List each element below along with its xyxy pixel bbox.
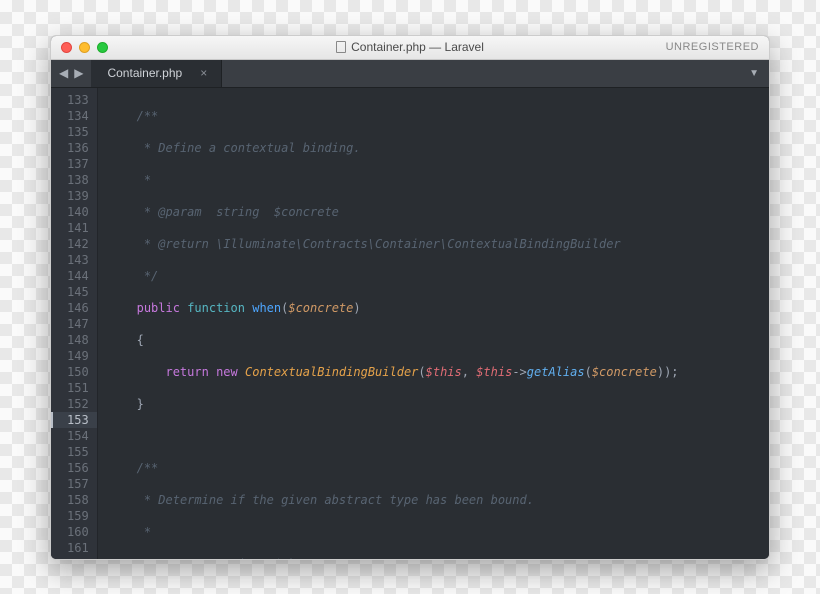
line-number: 158 xyxy=(65,492,89,508)
line-number: 140 xyxy=(65,204,89,220)
line-number: 159 xyxy=(65,508,89,524)
code-token: )); xyxy=(657,365,679,379)
code-token: string $abstract xyxy=(202,557,339,559)
code-token: ( xyxy=(418,365,425,379)
tab-active[interactable]: Container.php × xyxy=(91,60,222,87)
code-token: ContextualBindingBuilder xyxy=(245,365,418,379)
line-number: 155 xyxy=(65,444,89,460)
nav-arrows: ◀ ▶ xyxy=(51,60,91,87)
code-token: string $concrete xyxy=(202,205,339,219)
window-controls xyxy=(61,42,108,53)
code-token: * @param xyxy=(137,557,202,559)
code-token: public xyxy=(137,301,180,315)
titlebar: Container.php — Laravel UNREGISTERED xyxy=(51,36,769,60)
line-number: 160 xyxy=(65,524,89,540)
window-title: Container.php — Laravel xyxy=(51,40,769,54)
line-gutter: 133 134 135 136 137 138 139 140 141 142 … xyxy=(51,88,98,559)
line-number: 148 xyxy=(65,332,89,348)
tab-bar: ◀ ▶ Container.php × ▼ xyxy=(51,60,769,88)
editor-window: Container.php — Laravel UNREGISTERED ◀ ▶… xyxy=(50,35,770,560)
close-window-button[interactable] xyxy=(61,42,72,53)
line-number: 150 xyxy=(65,364,89,380)
line-number: 157 xyxy=(65,476,89,492)
code-token: */ xyxy=(137,269,159,283)
code-token: { xyxy=(137,333,144,347)
code-token: ( xyxy=(585,365,592,379)
line-number: 152 xyxy=(65,396,89,412)
line-number: 138 xyxy=(65,172,89,188)
code-token: /** xyxy=(137,461,159,475)
line-number: 146 xyxy=(65,300,89,316)
code-token: * xyxy=(137,525,151,539)
line-number: 141 xyxy=(65,220,89,236)
code-token: function xyxy=(187,301,245,315)
document-icon xyxy=(336,41,346,53)
line-number: 139 xyxy=(65,188,89,204)
code-token: /** xyxy=(137,109,159,123)
line-number: 137 xyxy=(65,156,89,172)
line-number: 134 xyxy=(65,108,89,124)
line-number-active: 153 xyxy=(51,412,97,428)
line-number: 161 xyxy=(65,540,89,556)
editor-area: 133 134 135 136 137 138 139 140 141 142 … xyxy=(51,88,769,559)
line-number: 151 xyxy=(65,380,89,396)
line-number: 145 xyxy=(65,284,89,300)
line-number: 144 xyxy=(65,268,89,284)
code-token: * @param xyxy=(137,205,202,219)
line-number: 142 xyxy=(65,236,89,252)
line-number: 154 xyxy=(65,428,89,444)
code-token: $concrete xyxy=(592,365,657,379)
code-token: new xyxy=(216,365,238,379)
code-token: \Illuminate\Contracts\Container\Contextu… xyxy=(209,237,621,251)
code-token: getAlias xyxy=(527,365,585,379)
code-content[interactable]: /** * Define a contextual binding. * * @… xyxy=(98,88,769,559)
window-title-text: Container.php — Laravel xyxy=(351,40,484,54)
tab-label: Container.php xyxy=(107,66,182,80)
code-token: * xyxy=(137,173,151,187)
code-token: , xyxy=(462,365,476,379)
line-number: 133 xyxy=(65,92,89,108)
nav-back-icon[interactable]: ◀ xyxy=(59,66,68,80)
code-token: $this xyxy=(426,365,462,379)
nav-forward-icon[interactable]: ▶ xyxy=(74,66,83,80)
code-token: * Determine if the given abstract type h… xyxy=(137,493,534,507)
zoom-window-button[interactable] xyxy=(97,42,108,53)
code-token: * Define a contextual binding. xyxy=(137,141,361,155)
chevron-down-icon: ▼ xyxy=(749,68,759,79)
code-token: $concrete xyxy=(288,301,353,315)
code-token: ) xyxy=(353,301,360,315)
code-token: when xyxy=(252,301,281,315)
line-number: 143 xyxy=(65,252,89,268)
line-number: 147 xyxy=(65,316,89,332)
line-number: 135 xyxy=(65,124,89,140)
line-number: 162 xyxy=(65,556,89,559)
close-icon[interactable]: × xyxy=(200,66,207,80)
code-token: -> xyxy=(512,365,526,379)
code-token: } xyxy=(137,397,144,411)
line-number: 136 xyxy=(65,140,89,156)
line-number: 149 xyxy=(65,348,89,364)
tab-menu-button[interactable]: ▼ xyxy=(739,60,769,87)
minimize-window-button[interactable] xyxy=(79,42,90,53)
unregistered-label: UNREGISTERED xyxy=(666,41,759,53)
line-number: 156 xyxy=(65,460,89,476)
code-token: return xyxy=(165,365,208,379)
code-token: $this xyxy=(476,365,512,379)
code-token: * @return xyxy=(137,237,209,251)
